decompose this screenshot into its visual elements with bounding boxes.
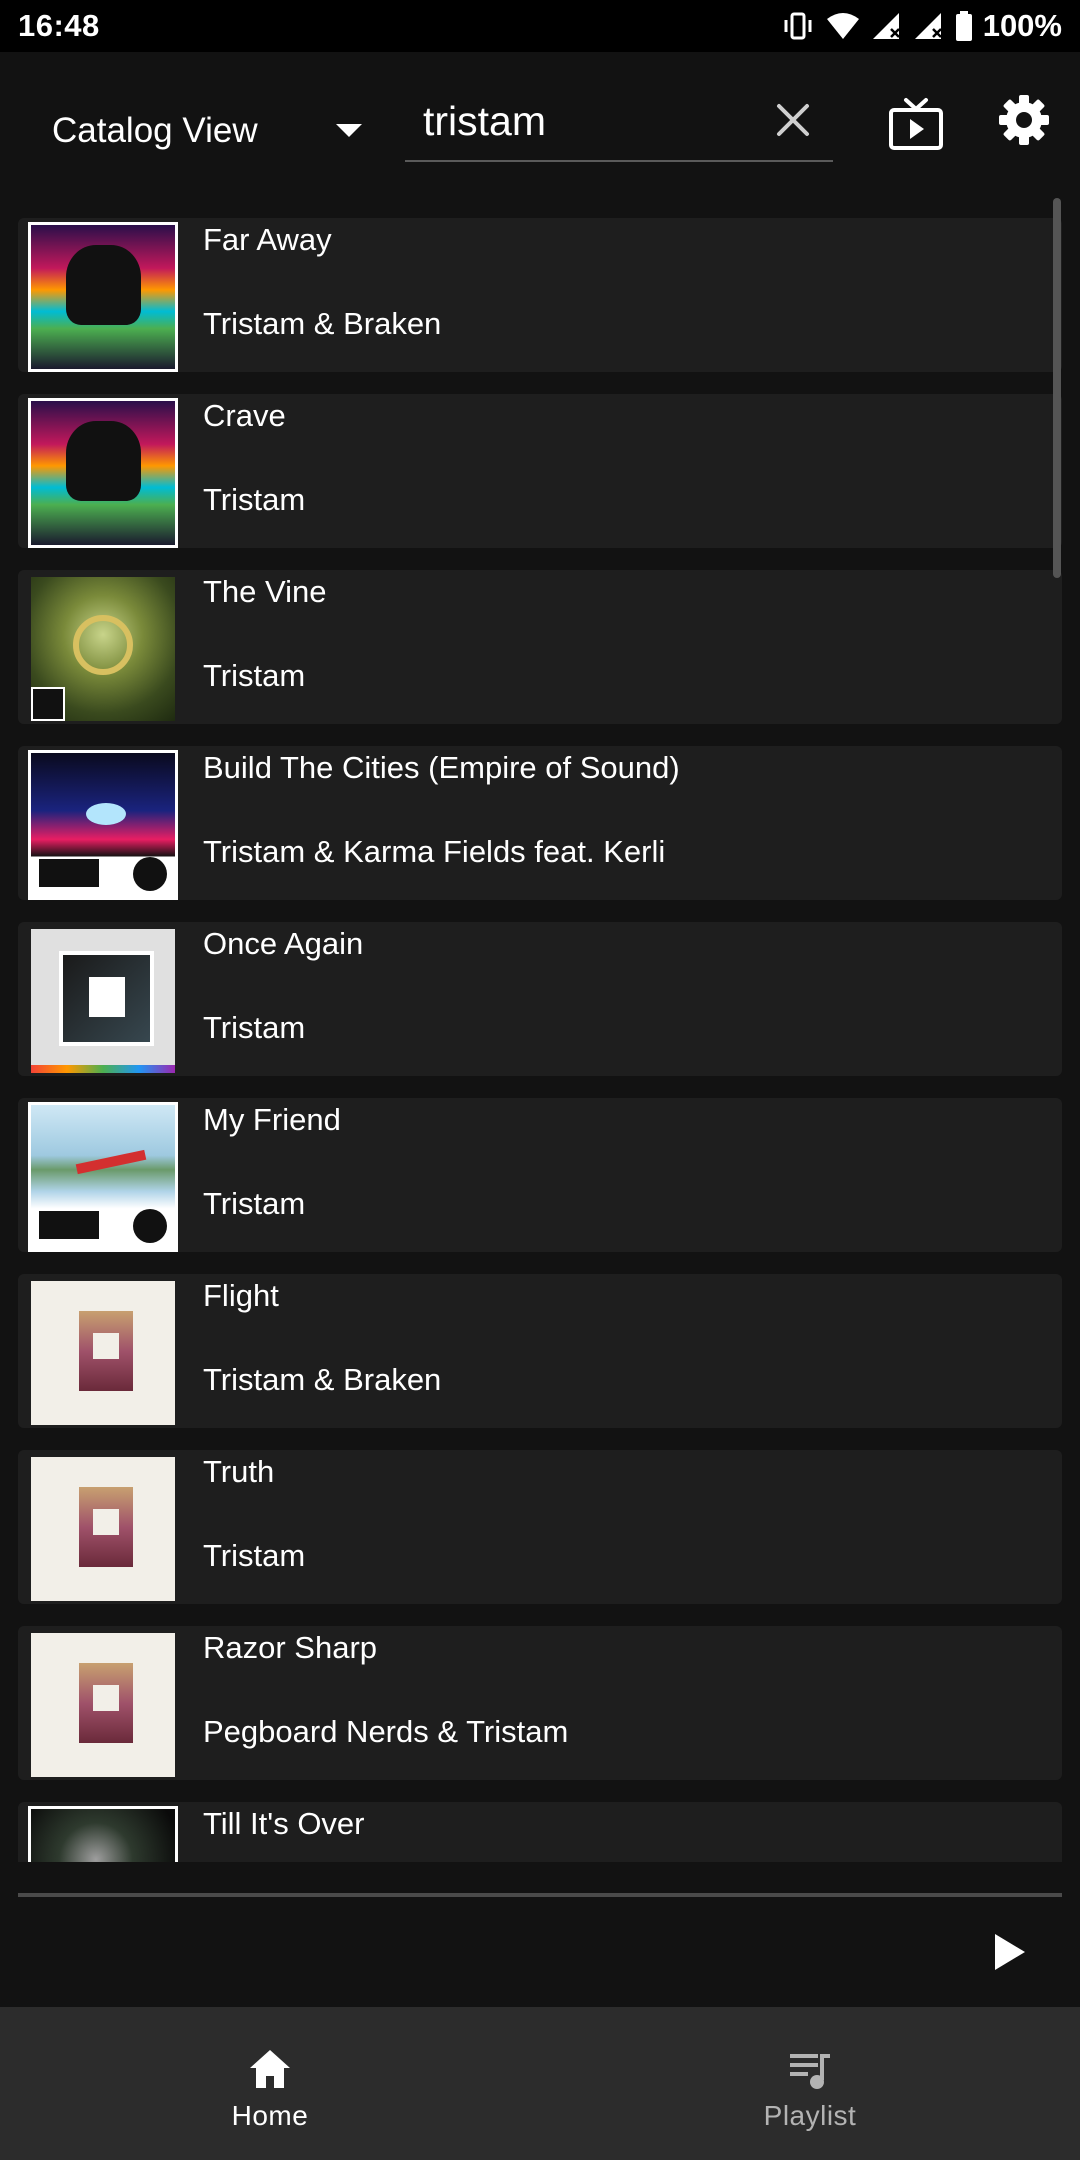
- album-art: [28, 1102, 178, 1252]
- play-icon[interactable]: [993, 1932, 1027, 1972]
- list-scrollbar[interactable]: [1053, 198, 1061, 578]
- dropdown-arrow-icon: [336, 124, 362, 137]
- signal-icon: [872, 13, 900, 39]
- app-bar: Catalog View: [0, 52, 1080, 202]
- nav-home-label: Home: [231, 2099, 309, 2131]
- track-title: Once Again: [203, 926, 364, 961]
- track-title: Far Away: [203, 222, 332, 257]
- signal-icon-2: [914, 13, 942, 39]
- track-list[interactable]: Far Away Tristam & Braken Crave Tristam …: [0, 202, 1080, 1862]
- track-artist: Tristam: [203, 658, 306, 693]
- track-artist: Tristam & Karma Fields feat. Kerli: [203, 834, 666, 869]
- album-art: [28, 1630, 178, 1780]
- album-art: [28, 574, 178, 724]
- track-artist: Tristam: [203, 1186, 306, 1221]
- track-artist: Pegboard Nerds & Tristam: [203, 1714, 569, 1749]
- nav-playlist-label: Playlist: [763, 2099, 857, 2131]
- track-row[interactable]: Razor Sharp Pegboard Nerds & Tristam: [18, 1626, 1062, 1780]
- bottom-navigation: Home Playlist: [0, 2007, 1080, 2160]
- album-art: [28, 1454, 178, 1604]
- album-art: [28, 1278, 178, 1428]
- track-title: Till It's Over: [203, 1806, 365, 1841]
- track-title: Crave: [203, 398, 286, 433]
- track-artist: Tristam: [203, 1010, 306, 1045]
- status-time: 16:48: [18, 8, 100, 43]
- track-title: Build The Cities (Empire of Sound): [203, 750, 680, 785]
- track-artist: Tristam & Braken: [203, 1362, 442, 1397]
- track-artist: Tristam: [203, 482, 306, 517]
- battery-icon: [955, 11, 972, 41]
- track-row[interactable]: Build The Cities (Empire of Sound) Trist…: [18, 746, 1062, 900]
- album-art: [28, 750, 178, 900]
- album-art: [28, 1806, 178, 1862]
- track-row[interactable]: Till It's Over: [18, 1802, 1062, 1862]
- track-title: The Vine: [203, 574, 327, 609]
- nav-home[interactable]: Home: [0, 2007, 540, 2160]
- track-title: My Friend: [203, 1102, 341, 1137]
- clear-search-icon[interactable]: [773, 100, 813, 140]
- album-art: [28, 222, 178, 372]
- track-row[interactable]: Flight Tristam & Braken: [18, 1274, 1062, 1428]
- track-row[interactable]: Far Away Tristam & Braken: [18, 218, 1062, 372]
- search-input[interactable]: [423, 82, 753, 160]
- status-bar: 16:48 100%: [0, 0, 1080, 52]
- track-row[interactable]: Once Again Tristam: [18, 922, 1062, 1076]
- album-art: [28, 398, 178, 548]
- player-bar: [0, 1897, 1080, 2007]
- home-icon: [250, 2049, 290, 2088]
- track-artist: Tristam & Braken: [203, 306, 442, 341]
- track-title: Truth: [203, 1454, 275, 1489]
- status-icons: 100%: [781, 8, 1062, 44]
- view-selector-label: Catalog View: [52, 111, 258, 150]
- tv-cast-icon[interactable]: [888, 96, 944, 152]
- track-row[interactable]: Crave Tristam: [18, 394, 1062, 548]
- album-art: [28, 926, 178, 1076]
- settings-gear-icon[interactable]: [998, 94, 1050, 146]
- track-row[interactable]: My Friend Tristam: [18, 1098, 1062, 1252]
- track-artist: Tristam: [203, 1538, 306, 1573]
- vibrate-icon: [784, 12, 812, 40]
- track-row[interactable]: Truth Tristam: [18, 1450, 1062, 1604]
- track-row[interactable]: The Vine Tristam: [18, 570, 1062, 724]
- wifi-icon: [826, 13, 859, 39]
- view-selector-dropdown[interactable]: Catalog View: [52, 96, 362, 166]
- battery-percentage: 100%: [982, 8, 1062, 43]
- search-box: [405, 82, 833, 162]
- playlist-icon: [790, 2053, 830, 2089]
- track-title: Razor Sharp: [203, 1630, 378, 1665]
- nav-playlist[interactable]: Playlist: [540, 2007, 1080, 2160]
- track-title: Flight: [203, 1278, 279, 1313]
